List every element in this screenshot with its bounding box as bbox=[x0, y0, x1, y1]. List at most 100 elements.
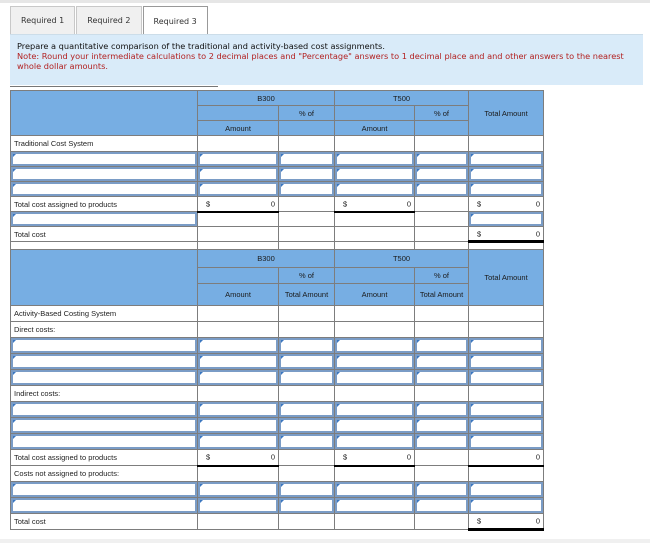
total-amount-input[interactable] bbox=[469, 370, 543, 385]
b300-amount-input[interactable] bbox=[198, 434, 278, 449]
t500-amount-input[interactable] bbox=[335, 482, 414, 497]
b300-amount-input[interactable] bbox=[198, 482, 278, 497]
currency-symbol: $ bbox=[477, 229, 482, 238]
t500-amount-input[interactable] bbox=[335, 167, 414, 181]
cost-category-input[interactable] bbox=[11, 152, 197, 166]
table-row bbox=[10, 166, 544, 182]
total-amount-input[interactable] bbox=[469, 338, 543, 353]
b300-percent-input[interactable] bbox=[279, 402, 334, 417]
t500-amount-input[interactable] bbox=[335, 370, 414, 385]
table-row bbox=[10, 433, 544, 450]
direct-cost-input[interactable] bbox=[11, 354, 197, 369]
t500-percent-input[interactable] bbox=[415, 182, 468, 196]
tab-bar: Required 1 Required 2 Required 3 bbox=[10, 6, 209, 35]
t500-percent-input[interactable] bbox=[415, 152, 468, 166]
traditional-cost-table: B300 T500 Total Amount % of % of Amount … bbox=[10, 90, 544, 257]
currency-symbol: $ bbox=[477, 199, 482, 209]
t500-percent-input[interactable] bbox=[415, 402, 468, 417]
total-amount-input[interactable] bbox=[469, 482, 543, 497]
b300-percent-input[interactable] bbox=[279, 482, 334, 497]
total-amount-input[interactable] bbox=[469, 182, 543, 196]
table-row bbox=[10, 497, 544, 514]
currency-symbol: $ bbox=[206, 199, 211, 209]
header-b300-pct: % of bbox=[278, 267, 335, 284]
t500-percent-input[interactable] bbox=[415, 370, 468, 385]
b300-percent-input[interactable] bbox=[279, 354, 334, 369]
t500-amount-input[interactable] bbox=[335, 418, 414, 433]
b300-percent-input[interactable] bbox=[279, 152, 334, 166]
t500-amount-input[interactable] bbox=[335, 182, 414, 196]
b300-percent-input[interactable] bbox=[279, 370, 334, 385]
b300-percent-input[interactable] bbox=[279, 338, 334, 353]
b300-amount-input[interactable] bbox=[198, 402, 278, 417]
t500-percent-input[interactable] bbox=[415, 498, 468, 513]
total-amount-input[interactable] bbox=[469, 212, 543, 226]
empty-cell bbox=[414, 135, 469, 152]
table-row bbox=[10, 369, 544, 386]
empty-cell bbox=[278, 226, 335, 242]
b300-amount-input[interactable] bbox=[198, 370, 278, 385]
total-amount-input[interactable] bbox=[469, 434, 543, 449]
total-amount-input[interactable] bbox=[469, 498, 543, 513]
header-t500: T500 bbox=[334, 90, 469, 106]
unassigned-cost-input[interactable] bbox=[11, 498, 197, 513]
empty-cell bbox=[334, 465, 415, 482]
empty-cell bbox=[278, 196, 335, 212]
empty-cell bbox=[334, 385, 415, 402]
t500-percent-input[interactable] bbox=[415, 338, 468, 353]
tab-required-2[interactable]: Required 2 bbox=[76, 6, 142, 34]
cost-category-input[interactable] bbox=[11, 182, 197, 196]
total-amount-input[interactable] bbox=[469, 167, 543, 181]
total-amount-input[interactable] bbox=[469, 354, 543, 369]
t500-percent-input[interactable] bbox=[415, 167, 468, 181]
tab-required-3[interactable]: Required 3 bbox=[142, 6, 208, 35]
tab-required-1[interactable]: Required 1 bbox=[10, 6, 76, 34]
t500-percent-input[interactable] bbox=[415, 434, 468, 449]
t500-amount-input[interactable] bbox=[335, 402, 414, 417]
cost-category-input[interactable] bbox=[11, 212, 197, 226]
header-b300-blank bbox=[197, 267, 279, 284]
t500-percent-input[interactable] bbox=[415, 482, 468, 497]
header-t500: T500 bbox=[334, 249, 469, 268]
indirect-cost-input[interactable] bbox=[11, 402, 197, 417]
b300-amount-input[interactable] bbox=[198, 338, 278, 353]
total-amount-input[interactable] bbox=[469, 152, 543, 166]
b300-total-assigned: $ 0 bbox=[197, 196, 279, 213]
b300-percent-input[interactable] bbox=[279, 182, 334, 196]
b300-amount-input[interactable] bbox=[198, 182, 278, 196]
t500-percent-input[interactable] bbox=[415, 418, 468, 433]
b300-amount-input[interactable] bbox=[198, 152, 278, 166]
empty-cell bbox=[414, 321, 469, 338]
cost-category-input[interactable] bbox=[11, 167, 197, 181]
total-amount-input[interactable] bbox=[469, 402, 543, 417]
empty-cell bbox=[278, 321, 335, 338]
t500-amount-input[interactable] bbox=[335, 354, 414, 369]
b300-percent-input[interactable] bbox=[279, 434, 334, 449]
indirect-cost-input[interactable] bbox=[11, 434, 197, 449]
t500-amount-input[interactable] bbox=[335, 434, 414, 449]
direct-cost-input[interactable] bbox=[11, 370, 197, 385]
t500-amount-input[interactable] bbox=[335, 152, 414, 166]
b300-amount-input[interactable] bbox=[198, 418, 278, 433]
total-amount-input[interactable] bbox=[469, 418, 543, 433]
t500-percent-input[interactable] bbox=[415, 354, 468, 369]
empty-cell bbox=[197, 385, 279, 402]
b300-percent-input[interactable] bbox=[279, 167, 334, 181]
t500-amount-input[interactable] bbox=[335, 498, 414, 513]
t500-amount-input[interactable] bbox=[335, 338, 414, 353]
t500-total-assigned: $ 0 bbox=[334, 449, 415, 467]
empty-cell bbox=[278, 513, 335, 530]
indirect-cost-input[interactable] bbox=[11, 418, 197, 433]
b300-amount-input[interactable] bbox=[198, 354, 278, 369]
b300-percent-input[interactable] bbox=[279, 418, 334, 433]
unassigned-cost-input[interactable] bbox=[11, 482, 197, 497]
divider bbox=[10, 86, 218, 87]
empty-cell bbox=[334, 513, 415, 530]
empty-cell bbox=[414, 465, 469, 482]
b300-percent-input[interactable] bbox=[279, 498, 334, 513]
direct-cost-input[interactable] bbox=[11, 338, 197, 353]
section-label: Traditional Cost System bbox=[10, 135, 198, 152]
total-assigned-label: Total cost assigned to products bbox=[10, 196, 198, 212]
b300-amount-input[interactable] bbox=[198, 498, 278, 513]
b300-amount-input[interactable] bbox=[198, 167, 278, 181]
